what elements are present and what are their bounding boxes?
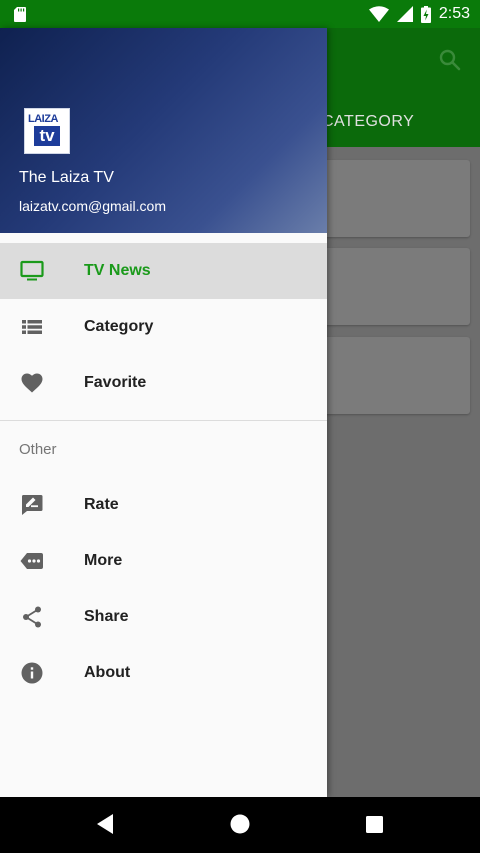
wifi-icon — [368, 6, 389, 22]
menu-item-share[interactable]: Share — [0, 589, 327, 645]
menu-item-label: TV News — [84, 262, 151, 279]
battery-charging-icon — [420, 5, 431, 23]
menu-item-label: Favorite — [84, 374, 147, 391]
menu-item-rate[interactable]: Rate — [0, 477, 327, 533]
list-icon — [22, 320, 42, 334]
share-icon — [23, 606, 41, 628]
signal-icon — [396, 6, 413, 22]
back-icon[interactable] — [95, 813, 115, 835]
menu-item-label: About — [84, 664, 131, 681]
status-bar: 2:53 — [0, 0, 480, 28]
app-logo: LAIZA tv — [24, 108, 70, 154]
menu-item-category[interactable]: Category — [0, 299, 327, 355]
menu-item-label: Share — [84, 608, 129, 625]
menu-item-more[interactable]: More — [0, 533, 327, 589]
recents-icon[interactable] — [366, 813, 384, 835]
menu-item-label: More — [84, 552, 123, 569]
list-item[interactable] — [315, 160, 470, 237]
menu-item-tv-news[interactable]: TV News — [0, 243, 327, 299]
drawer-header: LAIZA tv The Laiza TV laizatv.com@gmail.… — [0, 28, 327, 233]
tab-category[interactable]: CATEGORY — [322, 113, 414, 131]
navigation-drawer: LAIZA tv The Laiza TV laizatv.com@gmail.… — [0, 28, 327, 797]
sd-card-icon — [14, 7, 26, 22]
menu-item-favorite[interactable]: Favorite — [0, 355, 327, 411]
list-item[interactable] — [315, 248, 470, 325]
tv-icon — [20, 260, 44, 281]
home-icon[interactable] — [229, 813, 251, 835]
menu-item-label: Category — [84, 318, 154, 335]
clock-time: 2:53 — [438, 5, 470, 22]
list-item[interactable] — [315, 337, 470, 414]
menu-item-about[interactable]: About — [0, 645, 327, 701]
system-nav-bar — [0, 797, 480, 853]
drawer-email: laizatv.com@gmail.com — [19, 198, 166, 214]
info-icon — [21, 662, 43, 684]
menu-item-label: Rate — [84, 496, 119, 513]
search-icon[interactable] — [438, 48, 462, 72]
more-label-icon — [20, 553, 43, 569]
divider — [0, 420, 327, 421]
drawer-title: The Laiza TV — [19, 169, 114, 186]
heart-icon — [21, 373, 43, 393]
section-title-other: Other — [19, 441, 57, 458]
rate-review-icon — [21, 495, 43, 515]
